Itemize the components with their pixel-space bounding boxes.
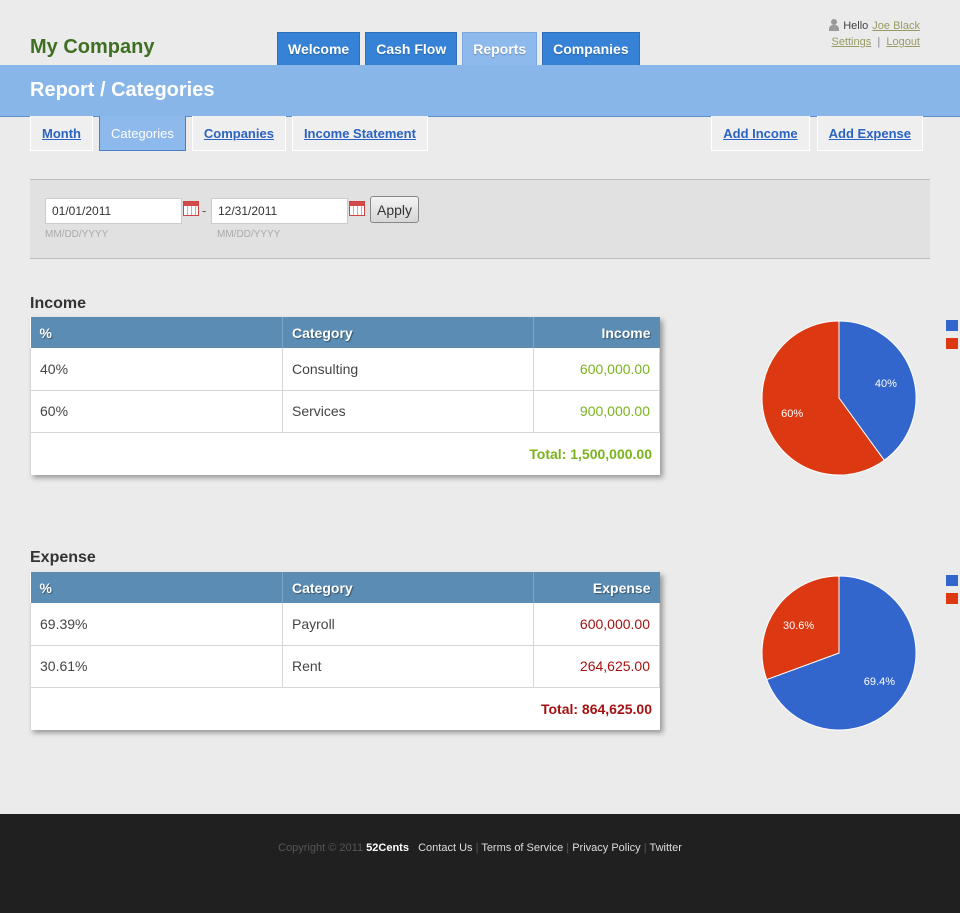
start-calendar-icon[interactable] <box>183 201 199 216</box>
nav-tab-reports[interactable]: Reports <box>462 32 538 65</box>
income-legend-blue <box>946 320 958 331</box>
income-title: Income <box>30 295 87 312</box>
table-header: % Category Expense <box>30 572 660 603</box>
column-header-category[interactable]: Category <box>282 572 534 603</box>
cell-amount: 600,000.00 <box>533 603 660 646</box>
user-links-separator: | <box>877 36 881 48</box>
main-nav: Welcome Cash Flow Reports Companies <box>277 32 640 65</box>
company-brand: My Company <box>30 36 155 58</box>
cell-amount: 900,000.00 <box>533 390 660 433</box>
expense-pie-chart: 69.4% 30.6% <box>761 575 917 731</box>
table-header: % Category Income <box>30 317 660 348</box>
column-header-percent[interactable]: % <box>30 572 283 603</box>
logout-link[interactable]: Logout <box>886 36 920 48</box>
expense-legend-red <box>946 593 958 604</box>
apply-button[interactable]: Apply <box>370 196 419 223</box>
cell-amount: 600,000.00 <box>533 348 660 391</box>
income-table: % Category Income 40% Consulting 600,000… <box>30 317 660 475</box>
action-links: Add Income Add Expense <box>711 116 923 151</box>
report-subtabs: Month Categories Companies Income Statem… <box>30 116 428 151</box>
expense-title: Expense <box>30 549 96 566</box>
end-date-hint: MM/DD/YYYY <box>217 229 281 240</box>
footer: Copyright © 2011 52Cents Contact Us | Te… <box>0 814 960 913</box>
income-pie-chart: 40% 60% <box>761 320 917 476</box>
column-header-amount[interactable]: Expense <box>533 572 660 603</box>
cell-category: Rent <box>282 645 534 688</box>
copyright-text: Copyright © 2011 <box>278 842 364 854</box>
table-row: 30.61% Rent 264,625.00 <box>30 645 660 688</box>
date-filter: - MM/DD/YYYY MM/DD/YYYY Apply <box>30 179 930 259</box>
column-header-category[interactable]: Category <box>282 317 534 348</box>
footer-link-contact[interactable]: Contact Us <box>418 842 472 854</box>
nav-tab-cash-flow[interactable]: Cash Flow <box>365 32 458 65</box>
table-row: 69.39% Payroll 600,000.00 <box>30 603 660 646</box>
hello-text: Hello <box>843 19 869 32</box>
income-pie-slice-label-1: 60% <box>781 408 803 420</box>
footer-brand: 52Cents <box>366 842 409 854</box>
footer-link-twitter[interactable]: Twitter <box>649 842 681 854</box>
end-date-input[interactable] <box>211 198 348 224</box>
cell-category: Consulting <box>282 348 534 391</box>
cell-percent: 40% <box>30 348 283 391</box>
cell-percent: 60% <box>30 390 283 433</box>
income-pie-slice-label-0: 40% <box>875 378 897 390</box>
add-expense-link[interactable]: Add Expense <box>816 116 923 151</box>
cell-percent: 30.61% <box>30 645 283 688</box>
column-header-amount[interactable]: Income <box>533 317 660 348</box>
expense-pie-slice-label-0: 69.4% <box>864 676 895 688</box>
add-income-link[interactable]: Add Income <box>711 116 810 151</box>
expense-table: % Category Expense 69.39% Payroll 600,00… <box>30 572 660 730</box>
start-date-hint: MM/DD/YYYY <box>45 229 109 240</box>
cell-amount: 264,625.00 <box>533 645 660 688</box>
expense-total: Total: 864,625.00 <box>30 687 660 730</box>
end-calendar-icon[interactable] <box>349 201 365 216</box>
footer-link-terms[interactable]: Terms of Service <box>481 842 563 854</box>
expense-legend-blue <box>946 575 958 586</box>
user-box: Hello Joe Black Settings | Logout <box>829 19 920 48</box>
user-name-link[interactable]: Joe Black <box>872 20 920 32</box>
page-title: Report / Categories <box>30 79 215 101</box>
settings-link[interactable]: Settings <box>831 36 871 48</box>
income-legend-red <box>946 338 958 349</box>
cell-percent: 69.39% <box>30 603 283 646</box>
subtab-month[interactable]: Month <box>30 116 93 151</box>
column-header-percent[interactable]: % <box>30 317 283 348</box>
page-banner: Report / Categories <box>0 65 960 117</box>
table-row: 40% Consulting 600,000.00 <box>30 348 660 391</box>
nav-tab-companies[interactable]: Companies <box>542 32 640 65</box>
expense-pie-slice-label-1: 30.6% <box>783 620 814 632</box>
subtab-income-statement[interactable]: Income Statement <box>291 116 428 151</box>
cell-category: Services <box>282 390 534 433</box>
user-icon <box>829 19 840 32</box>
subtab-categories[interactable]: Categories <box>98 116 186 151</box>
income-total: Total: 1,500,000.00 <box>30 432 660 475</box>
footer-link-privacy[interactable]: Privacy Policy <box>572 842 640 854</box>
cell-category: Payroll <box>282 603 534 646</box>
subtab-companies[interactable]: Companies <box>191 116 286 151</box>
table-row: 60% Services 900,000.00 <box>30 390 660 433</box>
date-separator: - <box>202 203 207 218</box>
start-date-input[interactable] <box>45 198 182 224</box>
nav-tab-welcome[interactable]: Welcome <box>277 32 361 65</box>
